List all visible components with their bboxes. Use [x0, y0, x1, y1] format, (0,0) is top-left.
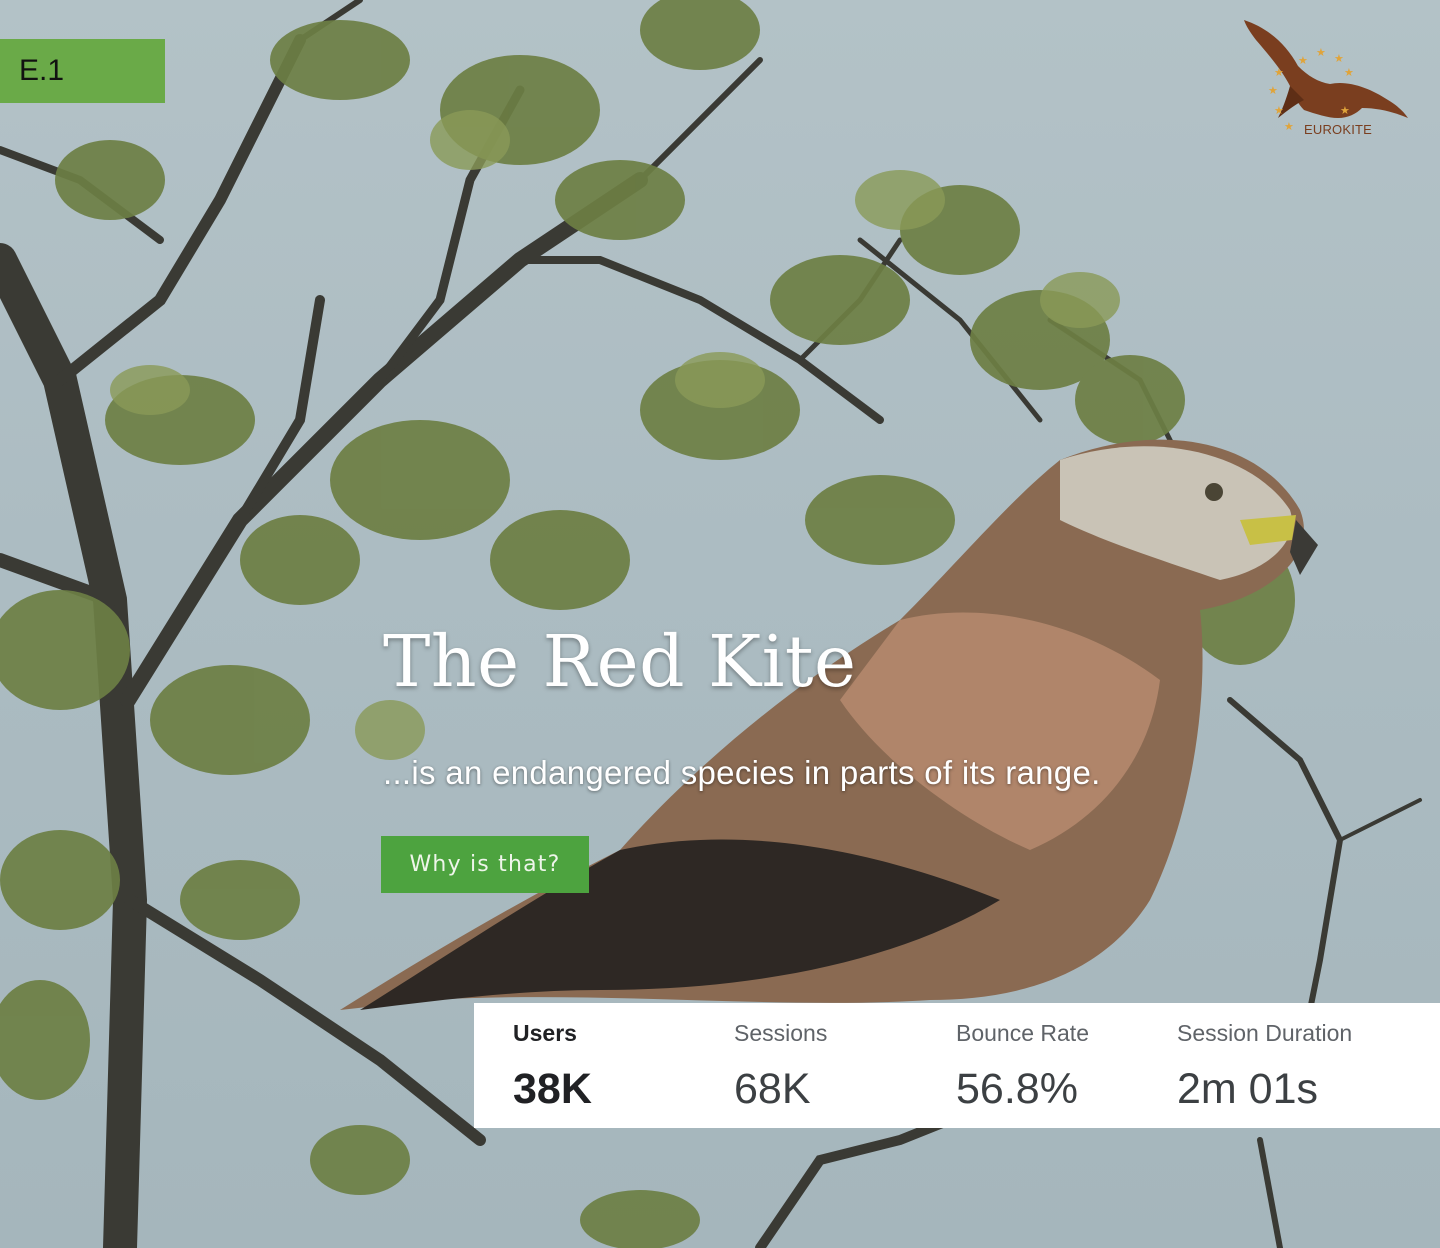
- svg-text:★: ★: [1284, 120, 1294, 133]
- stat-label: Users: [513, 1020, 577, 1046]
- stat-value: 56.8%: [956, 1065, 1078, 1113]
- svg-text:★: ★: [1274, 66, 1284, 79]
- svg-text:★: ★: [1274, 104, 1284, 117]
- svg-text:★: ★: [1268, 84, 1278, 97]
- stat-label: Sessions: [734, 1020, 828, 1046]
- hero-subtitle: ...is an endangered species in parts of …: [383, 754, 1101, 791]
- stat-value: 2m 01s: [1177, 1065, 1319, 1113]
- analytics-stats-panel: Users 38K Sessions 68K Bounce Rate 56.8%…: [474, 1003, 1440, 1128]
- hero-title: The Red Kite: [383, 620, 857, 703]
- slide-tag-badge: E.1: [0, 39, 165, 103]
- logo-wordmark: EUROKITE: [1304, 122, 1373, 137]
- svg-text:★: ★: [1316, 46, 1326, 59]
- stat-label: Session Duration: [1177, 1020, 1353, 1046]
- svg-text:★: ★: [1298, 54, 1308, 67]
- svg-text:★: ★: [1344, 66, 1354, 79]
- why-is-that-button[interactable]: Why is that?: [381, 836, 589, 893]
- svg-text:★: ★: [1340, 104, 1350, 117]
- stat-value: 68K: [734, 1065, 811, 1113]
- svg-text:★: ★: [1334, 52, 1344, 65]
- stat-label: Bounce Rate: [956, 1020, 1089, 1046]
- stat-value: 38K: [513, 1065, 592, 1113]
